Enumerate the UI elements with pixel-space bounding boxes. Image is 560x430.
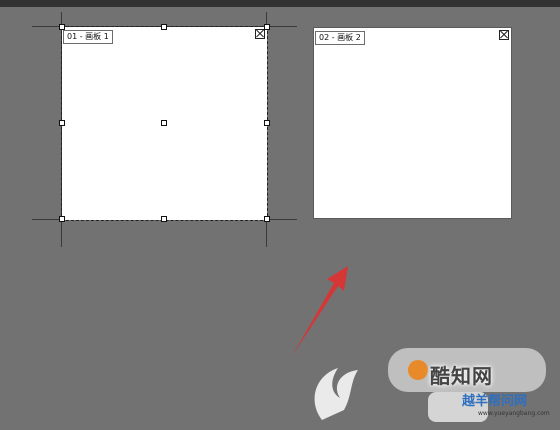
watermark-subtitle: 越羊帮问网: [462, 394, 528, 409]
watermark: 酷知网 越羊帮问网 www.yueyangbang.com: [300, 340, 560, 430]
watermark-url: www.yueyangbang.com: [478, 410, 550, 417]
watermark-brand: 酷知网: [430, 364, 493, 388]
